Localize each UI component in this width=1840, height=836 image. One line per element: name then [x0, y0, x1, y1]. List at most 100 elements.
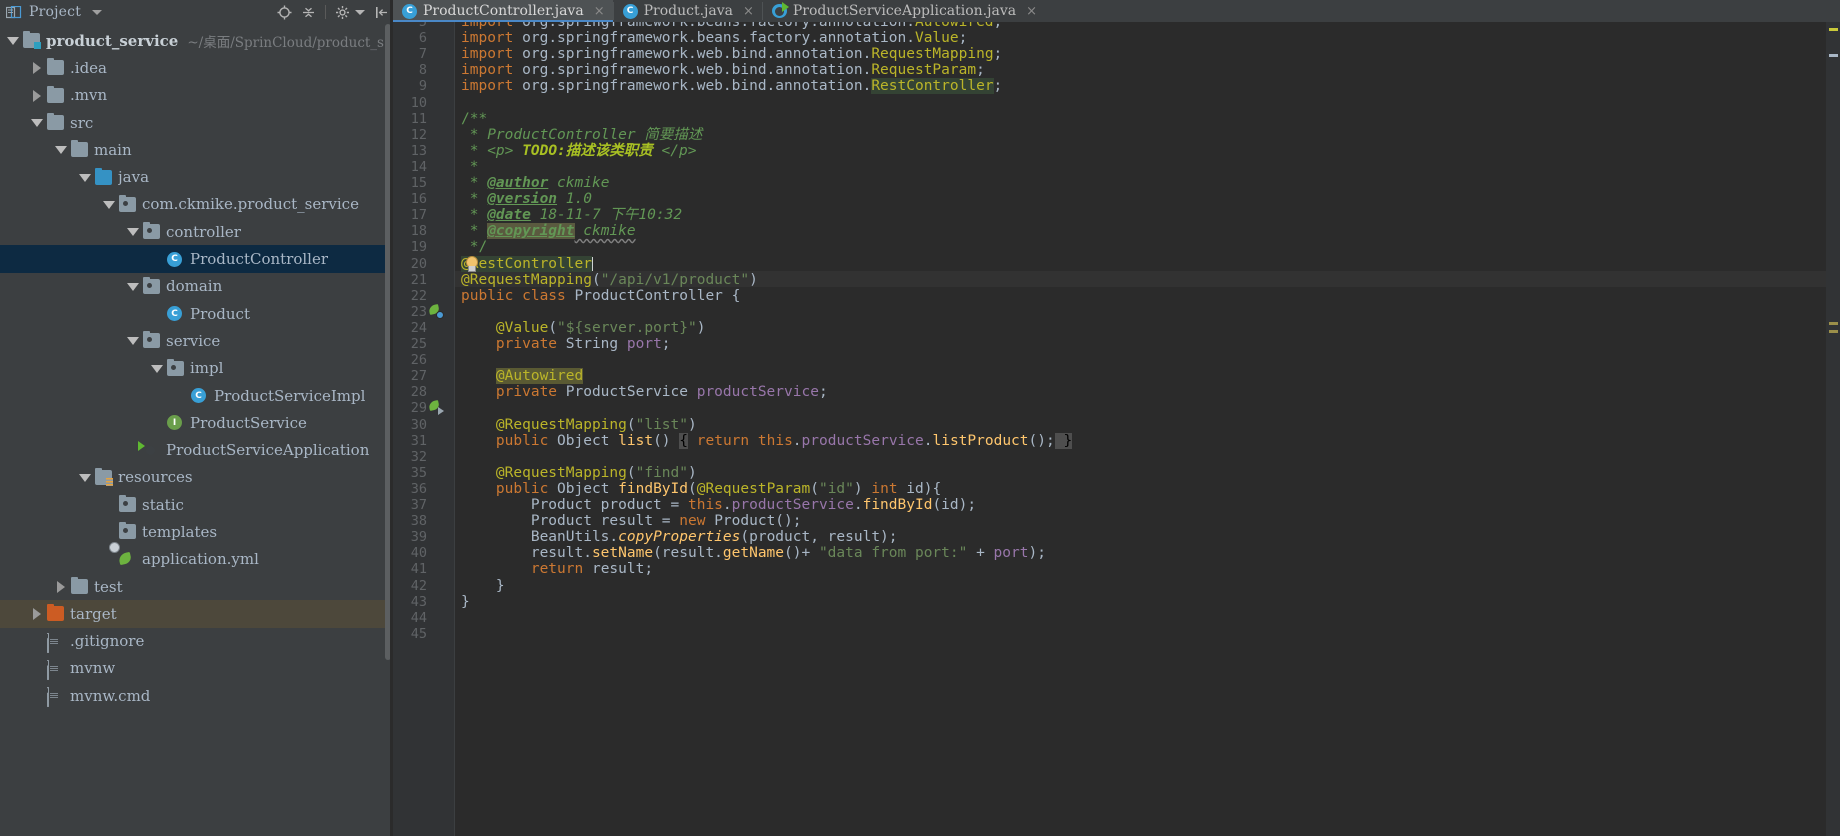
tree-item-label: .gitignore: [70, 632, 145, 651]
line-number: 21: [410, 271, 427, 288]
error-stripe-mark[interactable]: [1829, 54, 1838, 57]
chevron-down-icon[interactable]: [79, 471, 92, 484]
toolbar-divider: [325, 5, 326, 19]
folder-package: [119, 495, 136, 513]
line-number: 26: [410, 352, 427, 369]
chevron-right-icon[interactable]: [31, 607, 44, 621]
folder-resources: [95, 467, 113, 486]
tree-item[interactable]: controller: [0, 218, 393, 245]
tree-item[interactable]: main: [0, 136, 393, 163]
tree-item[interactable]: .idea: [0, 54, 393, 81]
chevron-down-icon[interactable]: [79, 171, 92, 184]
tree-item[interactable]: static: [0, 491, 393, 518]
close-icon[interactable]: ×: [1026, 4, 1037, 19]
code-editor[interactable]: 5 6 7 8 9 10 11 12 13 14 15 16 17 18 19 20 21 22 23 24 25 26 2…: [393, 22, 1840, 836]
line-number: 12: [410, 126, 427, 143]
tree-item[interactable]: mvnw: [0, 655, 393, 682]
gear-chevron-down-icon[interactable]: [355, 9, 365, 15]
chevron-down-icon[interactable]: [7, 34, 20, 47]
tree-item[interactable]: C ProductController: [0, 245, 393, 273]
error-stripe-mark[interactable]: [1829, 28, 1838, 31]
code-text[interactable]: import org.springframework.beans.factory…: [455, 22, 1840, 836]
file-icon: [47, 632, 64, 653]
tree-item[interactable]: resources: [0, 464, 393, 491]
tree-item-label: templates: [142, 522, 218, 541]
line-number: 19: [410, 239, 427, 256]
error-stripe[interactable]: [1826, 22, 1840, 836]
chevron-down-icon[interactable]: [92, 9, 103, 15]
tree-item[interactable]: .gitignore: [0, 628, 393, 655]
tree-item[interactable]: java: [0, 163, 393, 190]
line-number: 25: [410, 336, 427, 352]
tree-item-label: ProductService: [190, 413, 307, 432]
chevron-down-icon[interactable]: [103, 198, 116, 211]
idea-window: Project product_service ~/桌面/SprinCloud/…: [0, 0, 1840, 836]
editor-tabs[interactable]: C ProductController.java × C Product.java × Pr…: [393, 0, 1840, 22]
folder-plain: [47, 113, 64, 131]
tree-item[interactable]: domain: [0, 273, 393, 300]
tree-item[interactable]: C ProductServiceImpl: [0, 382, 393, 409]
project-tree[interactable]: product_service ~/桌面/SprinCloud/product_s…: [0, 24, 393, 836]
line-number: 5: [418, 22, 427, 30]
line-number: 43: [410, 593, 427, 610]
editor-tab-label: Product.java: [643, 3, 733, 19]
tree-item[interactable]: C Product: [0, 300, 393, 327]
intention-bulb-icon[interactable]: [463, 255, 479, 272]
editor-tab[interactable]: C Product.java ×: [614, 0, 762, 22]
chevron-right-icon[interactable]: [31, 89, 44, 102]
spring-class-icon: [143, 443, 160, 458]
tree-item[interactable]: service: [0, 327, 393, 354]
tree-item-label: ProductController: [190, 250, 329, 269]
error-stripe-mark[interactable]: [1829, 330, 1838, 333]
chevron-down-icon[interactable]: [127, 280, 140, 293]
tree-item[interactable]: src: [0, 109, 393, 136]
spring-bean-gutter-icon[interactable]: [428, 303, 445, 320]
editor-tab-label: ProductServiceApplication.java: [792, 3, 1017, 19]
file-icon: [47, 687, 64, 708]
tree-item[interactable]: target: [0, 600, 393, 628]
tree-item[interactable]: product_service ~/桌面/SprinCloud/product_s: [0, 27, 393, 54]
locate-icon[interactable]: [277, 5, 292, 20]
code-line: @Autowired: [495, 368, 584, 385]
code-line: public Object findById(@RequestParam("id…: [495, 480, 942, 497]
tree-item[interactable]: mvnw.cmd: [0, 682, 393, 709]
chevron-down-icon[interactable]: [127, 225, 140, 238]
code-line: import org.springframework.beans.factory…: [461, 30, 968, 47]
spring-autowire-gutter-icon[interactable]: [428, 400, 445, 416]
line-number: 17: [410, 207, 427, 224]
chevron-right-icon[interactable]: [55, 580, 68, 594]
tree-item[interactable]: com.ckmike.product_service: [0, 191, 393, 218]
chevron-down-icon[interactable]: [151, 362, 164, 375]
gear-icon[interactable]: [335, 5, 350, 20]
close-icon[interactable]: ×: [594, 4, 605, 19]
hide-icon[interactable]: [374, 5, 389, 20]
tree-item[interactable]: .mvn: [0, 82, 393, 109]
editor-gutter[interactable]: 5 6 7 8 9 10 11 12 13 14 15 16 17 18 19 20 21 22 23 24 25 26 2…: [393, 22, 455, 836]
tree-item-label: ProductServiceImpl: [214, 386, 366, 405]
chevron-down-icon[interactable]: [31, 116, 44, 129]
tree-item[interactable]: I ProductService: [0, 409, 393, 436]
chevron-down-icon[interactable]: [55, 143, 68, 156]
tree-item-label: target: [70, 604, 117, 623]
tree-item[interactable]: test: [0, 573, 393, 600]
editor-tab[interactable]: ProductServiceApplication.java ×: [763, 0, 1045, 22]
tree-item[interactable]: application.yml: [0, 546, 393, 573]
class-icon: C: [191, 388, 208, 403]
code-line: * @author ckmike: [461, 175, 610, 191]
tree-item-path: ~/桌面/SprinCloud/product_s: [187, 34, 384, 51]
chevron-down-icon[interactable]: [127, 334, 140, 347]
folder-plain: [71, 577, 88, 595]
editor-tab[interactable]: C ProductController.java ×: [393, 0, 613, 22]
close-icon[interactable]: ×: [743, 4, 754, 19]
collapse-all-icon[interactable]: [301, 5, 316, 20]
line-number: 7: [418, 46, 427, 63]
tree-item[interactable]: impl: [0, 355, 393, 382]
tree-item[interactable]: ProductServiceApplication: [0, 436, 393, 463]
interface-icon: I: [167, 415, 184, 431]
code-line: }: [461, 593, 470, 610]
chevron-right-icon[interactable]: [31, 61, 44, 75]
error-stripe-mark[interactable]: [1829, 322, 1838, 325]
tree-item[interactable]: templates: [0, 518, 393, 545]
